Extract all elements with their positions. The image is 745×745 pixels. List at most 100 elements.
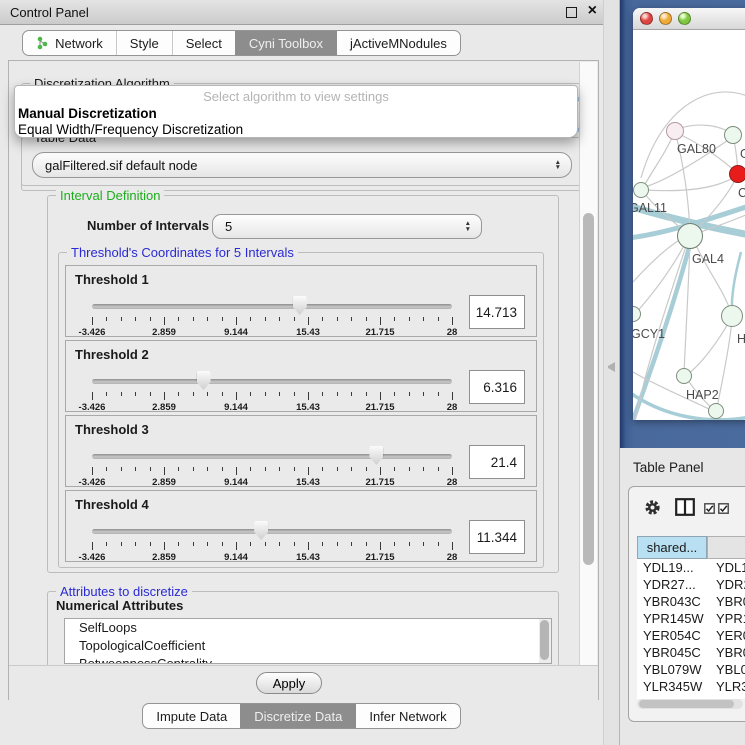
splitter-grip-icon [608, 362, 615, 372]
table-row[interactable]: YER054CYER0 [637, 627, 745, 644]
network-node[interactable] [729, 165, 745, 183]
threshold-value-field[interactable]: 21.4 [469, 445, 525, 479]
network-node[interactable] [677, 223, 703, 249]
slider-thumb[interactable] [197, 371, 211, 390]
threshold-stack: Threshold 1 -3.4262.8599.14415.4321.7152… [65, 265, 537, 565]
apply-strip: Apply [9, 665, 598, 700]
network-node-label: GAL80 [677, 142, 716, 156]
network-node[interactable] [708, 403, 724, 419]
network-window-titlebar[interactable] [633, 8, 745, 30]
network-node[interactable] [721, 305, 743, 327]
tab-select[interactable]: Select [172, 31, 235, 55]
threshold-slider[interactable]: -3.4262.8599.14415.4321.71528 [92, 517, 452, 561]
gear-icon[interactable] [643, 498, 662, 517]
top-tab-bar: NetworkStyle Select Cyni ToolboxjActiveMNo… [22, 30, 461, 56]
attribute-items: SelfLoopsTopologicalCoefficientBetweenne… [65, 619, 551, 664]
table-row[interactable]: YPR145WYPR1 [637, 610, 745, 627]
tab-jactivemnodules[interactable]: jActiveMNodules [336, 31, 460, 55]
checkbox-checked-icon[interactable] [718, 503, 729, 514]
group-title-thresholds: Threshold's Coordinates for 5 Intervals [67, 245, 298, 260]
table-row[interactable]: YDL19...YDL1 [637, 559, 745, 576]
table-panel: Table Panel shared...na [620, 448, 745, 745]
slider-thumb[interactable] [254, 521, 268, 540]
threshold-label: Threshold 3 [75, 422, 149, 437]
close-traffic-light-icon[interactable] [640, 12, 653, 25]
table-row[interactable]: YBR045CYBR0 [637, 644, 745, 661]
network-node[interactable] [724, 126, 742, 144]
network-node-label: GAL11 [633, 201, 667, 215]
tab-style[interactable]: Style [116, 31, 172, 55]
attribute-item[interactable]: SelfLoops [65, 619, 551, 637]
close-icon[interactable]: × [588, 2, 597, 20]
panel-vertical-scrollbar[interactable] [579, 62, 597, 698]
network-canvas[interactable]: GAL80GCGAL11GAL4GCY1HHAP2 [633, 30, 745, 420]
number-of-intervals-label: Number of Intervals [87, 218, 209, 233]
horizontal-scrollbar[interactable] [637, 699, 743, 709]
network-node[interactable] [666, 122, 684, 140]
threshold-slider[interactable]: -3.4262.8599.14415.4321.71528 [92, 367, 452, 411]
threshold-value-field[interactable]: 11.344 [469, 520, 525, 554]
numerical-attributes-list[interactable]: SelfLoopsTopologicalCoefficientBetweenne… [64, 618, 552, 664]
tab-discretize-data[interactable]: Discretize Data [240, 704, 355, 728]
threshold-slider[interactable]: -3.4262.8599.14415.4321.71528 [92, 292, 452, 336]
network-node[interactable] [633, 182, 649, 198]
threshold-label: Threshold 4 [75, 497, 149, 512]
group-title-attributes: Attributes to discretize [56, 584, 192, 599]
float-window-icon[interactable] [566, 7, 577, 18]
table-row[interactable]: YLR345WYLR3 [637, 678, 745, 695]
minimize-traffic-light-icon[interactable] [659, 12, 672, 25]
tab-infer-network[interactable]: Infer Network [355, 704, 459, 728]
network-node-label: GAL4 [692, 252, 724, 266]
tab-label: Impute Data [156, 709, 227, 724]
zoom-traffic-light-icon[interactable] [678, 12, 691, 25]
threshold-slider[interactable]: -3.4262.8599.14415.4321.71528 [92, 442, 452, 486]
column-header-shared-name[interactable]: shared... [637, 536, 707, 559]
network-node[interactable] [676, 368, 692, 384]
tab-label: Select [186, 36, 222, 51]
slider-track[interactable] [92, 379, 452, 384]
threshold-label: Threshold 2 [75, 347, 149, 362]
scrollbar-thumb[interactable] [639, 700, 734, 708]
tab-network[interactable]: Network [23, 31, 116, 55]
slider-track[interactable] [92, 529, 452, 534]
tab-cyni-toolbox[interactable]: Cyni Toolbox [235, 31, 336, 55]
list-scrollbar[interactable] [539, 619, 551, 663]
apply-button[interactable]: Apply [256, 672, 322, 694]
network-node-label: HAP2 [686, 388, 719, 402]
panel-splitter[interactable] [603, 0, 620, 745]
numerical-attributes-label: Numerical Attributes [56, 598, 183, 613]
table-row[interactable]: YDR27...YDR2 [637, 576, 745, 593]
split-columns-icon[interactable] [675, 498, 695, 516]
cell-shared-name: YPR145W [637, 611, 707, 626]
checkbox-checked-icon[interactable] [704, 503, 715, 514]
threshold-value-field[interactable]: 14.713 [469, 295, 525, 329]
cell-name: YBR0 [707, 594, 745, 609]
slider-track[interactable] [92, 304, 452, 309]
tab-impute-data[interactable]: Impute Data [143, 704, 240, 728]
algorithm-option[interactable]: Manual Discretization [15, 106, 577, 122]
attribute-item[interactable]: TopologicalCoefficient [65, 637, 551, 655]
threshold-value-field[interactable]: 6.316 [469, 370, 525, 404]
threshold-label: Threshold 1 [75, 272, 149, 287]
slider-track[interactable] [92, 454, 452, 459]
thresholds-group: Threshold's Coordinates for 5 Intervals … [58, 252, 544, 568]
table-row[interactable]: YBL079WYBL0 [637, 661, 745, 678]
slider-tick-labels: -3.4262.8599.14415.4321.71528 [92, 327, 452, 339]
scrollbar-thumb[interactable] [540, 620, 549, 660]
column-header-name[interactable]: na [707, 536, 745, 559]
attribute-item[interactable]: BetweennessCentrality [65, 655, 551, 664]
table-data-select[interactable]: galFiltered.sif default node ▲▼ [32, 152, 572, 178]
threshold-panel: Threshold 1 -3.4262.8599.14415.4321.7152… [65, 265, 537, 337]
slider-thumb[interactable] [293, 296, 307, 315]
network-node-label: G [740, 147, 745, 161]
network-node-label: C [738, 186, 745, 200]
algorithm-option[interactable]: Equal Width/Frequency Discretization [15, 122, 577, 138]
table-data-value: galFiltered.sif default node [33, 158, 553, 173]
number-of-intervals-select[interactable]: 5 ▲▼ [212, 214, 482, 239]
scrollbar-thumb[interactable] [583, 213, 594, 565]
table-body: YDL19...YDL1YDR27...YDR2YBR043CYBR0YPR14… [637, 559, 745, 699]
control-panel-body: Discretization Algorithm ▲▼ Select algor… [8, 60, 599, 700]
table-row[interactable]: YBR043CYBR0 [637, 593, 745, 610]
slider-thumb[interactable] [369, 446, 383, 465]
dropdown-options: Manual DiscretizationEqual Width/Frequen… [15, 106, 577, 138]
